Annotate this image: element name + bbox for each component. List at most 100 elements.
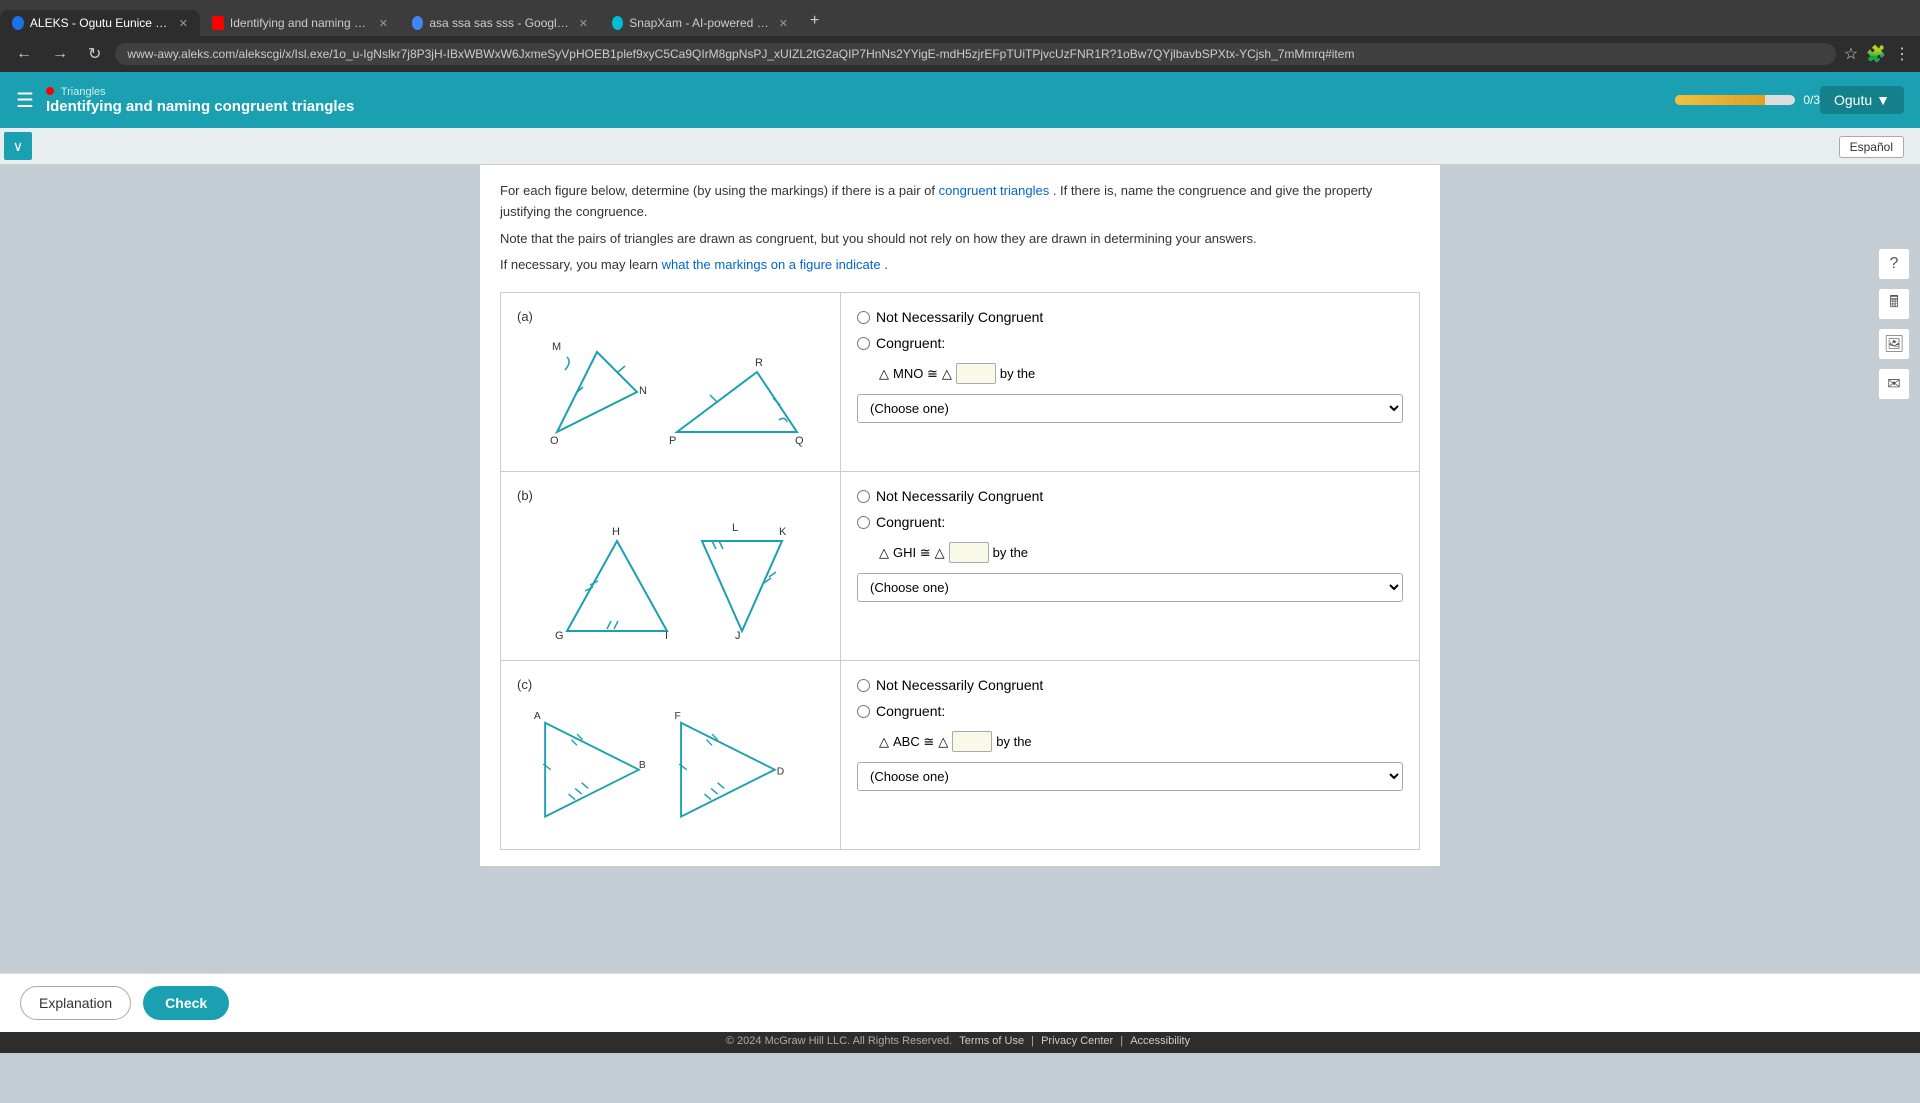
radio-not-congruent-c[interactable]: Not Necessarily Congruent	[857, 677, 1403, 693]
instructions-line3-end: .	[884, 257, 888, 272]
triangle-mno: MNO ≅	[893, 366, 938, 382]
svg-text:D: D	[777, 767, 784, 778]
collapse-button[interactable]: ∨	[4, 132, 32, 160]
tab-youtube-label: Identifying and naming congr...	[230, 16, 369, 30]
not-congruent-label-c: Not Necessarily Congruent	[876, 677, 1043, 693]
by-the-a: by the	[1000, 366, 1035, 381]
figure-b-svg: H G I L	[517, 511, 817, 641]
problem-answer-c: Not Necessarily Congruent Congruent: △ A…	[841, 661, 1419, 849]
calculator-icon[interactable]: 🖩	[1878, 288, 1910, 320]
accessibility-link[interactable]: Accessibility	[1130, 1035, 1190, 1047]
by-the-c: by the	[996, 734, 1031, 749]
tab-youtube[interactable]: Identifying and naming congr... ✕	[200, 10, 400, 36]
extensions-icon[interactable]: 🧩	[1866, 44, 1886, 64]
footer: © 2024 McGraw Hill LLC. All Rights Reser…	[0, 1029, 1920, 1053]
radio-congruent-input-b[interactable]	[857, 516, 870, 529]
forward-button[interactable]: →	[46, 43, 74, 65]
radio-congruent-b[interactable]: Congruent:	[857, 514, 1403, 530]
property-dropdown-a[interactable]: (Choose one) SSS SAS ASA AAS HL	[857, 394, 1403, 423]
triangle-symbol2-a: △	[942, 366, 952, 382]
tab-youtube-close[interactable]: ✕	[379, 17, 388, 30]
menu-icon[interactable]: ⋮	[1894, 44, 1910, 64]
congruence-input-c[interactable]	[952, 731, 992, 752]
congruence-input-b[interactable]	[949, 542, 989, 563]
tab-snapxam[interactable]: SnapXam - AI-powered Math T... ✕	[600, 10, 800, 36]
problem-label-c: (c)	[517, 677, 824, 692]
page-title: Identifying and naming congruent triangl…	[46, 98, 1675, 115]
top-bar: ∨	[0, 128, 1920, 165]
not-congruent-label-a: Not Necessarily Congruent	[876, 309, 1043, 325]
svg-text:P: P	[669, 435, 676, 447]
svg-text:L: L	[732, 522, 738, 534]
reload-button[interactable]: ↻	[82, 42, 107, 66]
problem-answer-a: Not Necessarily Congruent Congruent: △ M…	[841, 293, 1419, 471]
bottom-bar: Explanation Check	[0, 973, 1920, 1032]
radio-not-congruent-input-a[interactable]	[857, 311, 870, 324]
instructions: For each figure below, determine (by usi…	[500, 181, 1420, 276]
svg-text:F: F	[675, 711, 681, 722]
property-dropdown-c[interactable]: (Choose one) SSS SAS ASA AAS HL	[857, 762, 1403, 791]
browser-chrome: ALEKS - Ogutu Eunice - Learn ✕ Identifyi…	[0, 0, 1920, 72]
bookmark-icon[interactable]: ☆	[1844, 44, 1858, 64]
user-button[interactable]: Ogutu ▼	[1820, 86, 1904, 114]
problem-row-a: (a) M N O	[501, 293, 1419, 472]
radio-congruent-input-a[interactable]	[857, 337, 870, 350]
mail-icon[interactable]: ✉	[1878, 368, 1910, 400]
tab-aleks[interactable]: ALEKS - Ogutu Eunice - Learn ✕	[0, 10, 200, 36]
radio-not-congruent-a[interactable]: Not Necessarily Congruent	[857, 309, 1403, 325]
progress-area: 0/3	[1675, 93, 1820, 107]
image-icon[interactable]: 🖼	[1878, 328, 1910, 360]
svg-text:B: B	[639, 760, 646, 771]
problem-row-c: (c)	[501, 661, 1419, 849]
instructions-line1: For each figure below, determine (by usi…	[500, 183, 935, 198]
header-topic: Triangles	[46, 86, 1675, 98]
espanol-button[interactable]: Español	[1839, 136, 1904, 158]
radio-not-congruent-input-b[interactable]	[857, 490, 870, 503]
radio-group-a: Not Necessarily Congruent Congruent:	[857, 309, 1403, 351]
privacy-link[interactable]: Privacy Center	[1041, 1035, 1113, 1047]
svg-text:Q: Q	[795, 435, 804, 447]
property-dropdown-b[interactable]: (Choose one) SSS SAS ASA AAS HL	[857, 573, 1403, 602]
footer-copyright: © 2024 McGraw Hill LLC. All Rights Reser…	[726, 1035, 952, 1047]
congruent-label-b: Congruent:	[876, 514, 945, 530]
svg-text:K: K	[779, 526, 787, 538]
explanation-button[interactable]: Explanation	[20, 986, 131, 1020]
youtube-favicon	[212, 16, 224, 30]
red-dot-icon	[46, 87, 54, 95]
question-mark-button[interactable]: ?	[1878, 248, 1910, 280]
svg-text:O: O	[550, 435, 559, 447]
tab-snapxam-label: SnapXam - AI-powered Math T...	[629, 16, 769, 30]
terms-link[interactable]: Terms of Use	[959, 1035, 1024, 1047]
tab-aleks-label: ALEKS - Ogutu Eunice - Learn	[30, 16, 169, 30]
figure-a-svg: M N O R P	[517, 332, 817, 452]
triangle-symbol-b: △	[879, 545, 889, 561]
progress-bar	[1675, 95, 1795, 105]
hamburger-menu[interactable]: ☰	[16, 88, 34, 113]
tab-google[interactable]: asa ssa sas sss - Google Sear... ✕	[400, 10, 600, 36]
back-button[interactable]: ←	[10, 43, 38, 65]
tab-snapxam-close[interactable]: ✕	[779, 17, 788, 30]
snapxam-favicon	[612, 16, 623, 30]
triangle-abc: ABC ≅	[893, 734, 934, 750]
congruence-input-a[interactable]	[956, 363, 996, 384]
problem-figure-b: (b) H G I	[501, 472, 841, 660]
check-button[interactable]: Check	[143, 986, 229, 1020]
address-bar[interactable]	[115, 43, 1835, 65]
congruent-triangles-link[interactable]: congruent triangles	[939, 183, 1050, 198]
svg-text:R: R	[755, 357, 763, 369]
radio-not-congruent-input-c[interactable]	[857, 679, 870, 692]
radio-group-c: Not Necessarily Congruent Congruent:	[857, 677, 1403, 719]
tab-aleks-close[interactable]: ✕	[179, 17, 188, 30]
tab-google-close[interactable]: ✕	[579, 17, 588, 30]
radio-congruent-c[interactable]: Congruent:	[857, 703, 1403, 719]
radio-not-congruent-b[interactable]: Not Necessarily Congruent	[857, 488, 1403, 504]
markings-link[interactable]: what the markings on a figure indicate	[662, 257, 881, 272]
radio-congruent-input-c[interactable]	[857, 705, 870, 718]
svg-text:H: H	[612, 526, 620, 538]
svg-text:J: J	[735, 630, 741, 641]
radio-congruent-a[interactable]: Congruent:	[857, 335, 1403, 351]
new-tab-button[interactable]: +	[800, 6, 829, 36]
progress-text: 0/3	[1803, 93, 1820, 107]
by-the-b: by the	[993, 545, 1028, 560]
problem-figure-a: (a) M N O	[501, 293, 841, 471]
